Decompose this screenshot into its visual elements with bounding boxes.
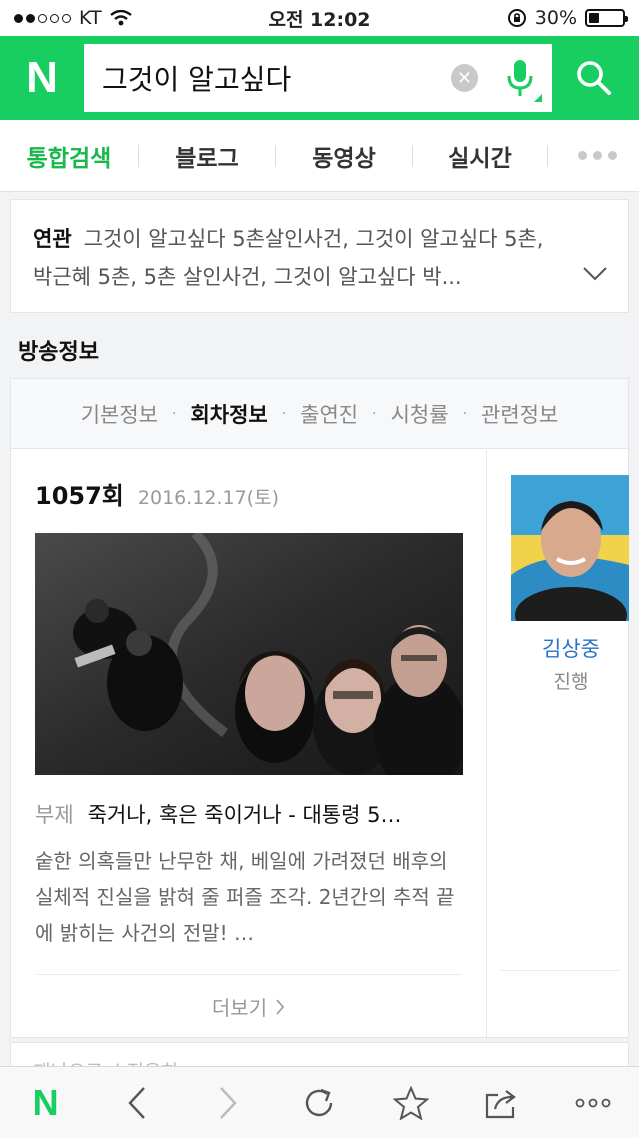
cast-name[interactable]: 김상중 <box>511 633 631 663</box>
episode-number: 1057회 <box>35 482 124 510</box>
episode-thumbnail[interactable] <box>35 533 463 775</box>
cast-role: 진행 <box>553 671 589 693</box>
search-icon <box>577 61 611 95</box>
signal-strength-icon <box>14 13 71 23</box>
subtab-related-info[interactable]: 관련정보 <box>481 399 558 429</box>
episode-header: 1057회 2016.12.17(토) <box>35 476 462 511</box>
bookmark-star-icon[interactable] <box>381 1073 441 1133</box>
chevron-right-icon <box>276 998 285 1015</box>
subtab-cast[interactable]: 출연진 <box>300 399 358 429</box>
tab-realtime[interactable]: 실시간 <box>413 139 547 173</box>
cast-divider <box>500 970 620 971</box>
subtitle-label: 부제 <box>35 803 74 827</box>
broadcast-subtabs: 기본정보 · 회차정보 · 출연진 · 시청률 · 관련정보 <box>11 379 628 449</box>
home-n-button[interactable]: N <box>16 1073 76 1133</box>
episode-date: 2016.12.17(토) <box>137 487 279 509</box>
related-terms[interactable]: 그것이 알고싶다 5촌살인사건, 그것이 알고싶다 5촌, 박근혜 5촌, 5촌… <box>33 227 544 289</box>
related-list[interactable]: 연관 그것이 알고싶다 5촌살인사건, 그것이 알고싶다 5촌, 박근혜 5촌, … <box>33 220 563 296</box>
more-icon[interactable] <box>563 1073 623 1133</box>
search-box: ✕ <box>84 44 552 112</box>
cast-card[interactable]: 김상중 진행 <box>511 475 631 694</box>
tab-video[interactable]: 동영상 <box>276 139 412 173</box>
subtab-episode-info[interactable]: 회차정보 <box>190 399 267 429</box>
subtab-ratings[interactable]: 시청률 <box>391 399 449 429</box>
wifi-icon <box>109 10 132 26</box>
subtab-basic-info[interactable]: 기본정보 <box>81 399 158 429</box>
search-button[interactable] <box>554 44 634 112</box>
related-searches: 연관 그것이 알고싶다 5촌살인사건, 그것이 알고싶다 5촌, 박근혜 5촌, … <box>10 199 629 313</box>
voice-options-corner <box>534 94 542 102</box>
more-button[interactable]: 더보기 <box>35 974 462 1038</box>
naver-logo[interactable]: N <box>0 36 84 120</box>
back-icon[interactable] <box>107 1073 167 1133</box>
battery-area: 30% <box>507 7 628 29</box>
more-tabs-icon[interactable] <box>578 151 617 160</box>
tab-blog[interactable]: 블로그 <box>139 139 275 173</box>
browser-toolbar: N <box>0 1066 639 1138</box>
carrier-name: KT <box>79 7 102 29</box>
battery-icon <box>585 9 628 27</box>
section-title: 방송정보 <box>18 340 99 365</box>
episode-subtitle-row: 부제 죽거나, 혹은 죽이거나 - 대통령 5… <box>35 799 462 829</box>
battery-percent: 30% <box>534 7 577 29</box>
refresh-icon[interactable] <box>289 1073 349 1133</box>
search-tabs: 통합검색 블로그 동영상 실시간 <box>0 120 639 192</box>
more-label: 더보기 <box>211 996 268 1020</box>
chevron-down-icon[interactable] <box>582 266 608 282</box>
status-bar: KT 오전 12:02 30% <box>0 0 639 36</box>
forward-icon[interactable] <box>198 1073 258 1133</box>
clear-icon[interactable]: ✕ <box>451 64 478 92</box>
tab-divider <box>547 144 548 167</box>
carrier-signal: KT <box>14 7 132 29</box>
microphone-icon[interactable] <box>496 44 544 112</box>
battery-level <box>589 13 599 23</box>
tab-integrated[interactable]: 통합검색 <box>0 139 138 173</box>
episode-description: 숱한 의혹들만 난무한 채, 베일에 가려졌던 배후의 실체적 진실을 밝혀 줄… <box>35 849 455 945</box>
cast-photo[interactable] <box>511 475 629 621</box>
episode-subtitle: 죽거나, 혹은 죽이거나 - 대통령 5… <box>87 803 402 827</box>
related-label: 연관 <box>33 227 72 251</box>
search-input[interactable] <box>84 44 451 112</box>
episode-panel: 1057회 2016.12.17(토) 부제 죽거나, 혹은 죽이거나 - 대통… <box>11 450 487 1038</box>
orientation-lock-icon <box>507 9 526 27</box>
search-header: N ✕ <box>0 36 639 120</box>
broadcast-card: 기본정보 · 회차정보 · 출연진 · 시청률 · 관련정보 1057회 201… <box>10 378 629 1038</box>
share-icon[interactable] <box>472 1073 532 1133</box>
